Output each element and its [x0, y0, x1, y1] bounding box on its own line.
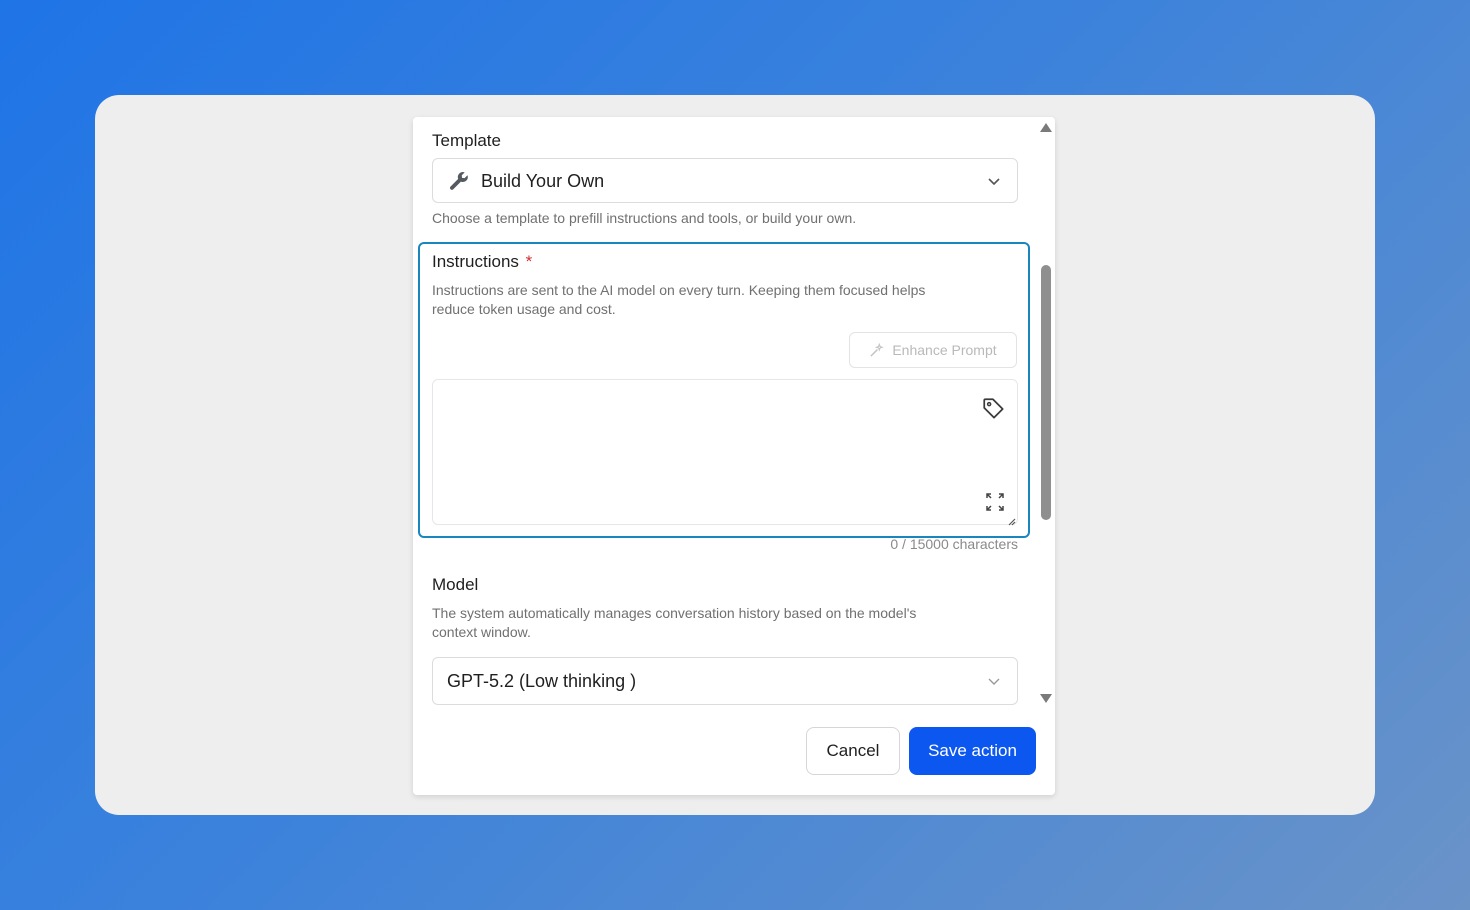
resize-handle-icon[interactable]: [1006, 513, 1016, 526]
scrollbar-thumb[interactable]: [1041, 265, 1051, 520]
template-help: Choose a template to prefill instruction…: [432, 210, 857, 226]
wrench-icon: [447, 169, 471, 193]
model-help: The system automatically manages convers…: [432, 605, 917, 640]
instructions-textarea[interactable]: [432, 379, 1018, 526]
model-select[interactable]: GPT-5.2 (Low thinking ): [432, 657, 1018, 705]
character-counter: 0 / 15000 characters: [890, 536, 1018, 552]
template-select[interactable]: Build Your Own: [432, 158, 1018, 203]
cancel-button[interactable]: Cancel: [806, 727, 900, 775]
sparkle-wand-icon: [870, 342, 885, 357]
chevron-down-icon: [988, 177, 1000, 185]
model-selected-value: GPT-5.2 (Low thinking ): [447, 671, 637, 691]
action-dialog: Template Build Your Own Choose a templat…: [413, 117, 1055, 795]
template-label: Template: [432, 131, 501, 150]
scroll-down-arrow-icon[interactable]: [1040, 694, 1052, 703]
chevron-down-icon: [988, 678, 1000, 685]
enhance-prompt-button[interactable]: Enhance Prompt: [849, 332, 1017, 368]
model-label: Model: [432, 575, 479, 594]
scroll-up-arrow-icon[interactable]: [1040, 123, 1052, 132]
required-marker: *: [525, 252, 533, 271]
template-selected-value: Build Your Own: [481, 171, 605, 191]
instructions-help: Instructions are sent to the AI model on…: [432, 282, 926, 317]
instructions-label: Instructions *: [432, 252, 533, 271]
tag-icon[interactable]: [981, 396, 1007, 422]
save-action-button[interactable]: Save action: [909, 727, 1036, 775]
expand-icon[interactable]: [985, 492, 1005, 512]
window-frame: Template Build Your Own Choose a templat…: [95, 95, 1375, 815]
enhance-prompt-label: Enhance Prompt: [892, 342, 997, 358]
